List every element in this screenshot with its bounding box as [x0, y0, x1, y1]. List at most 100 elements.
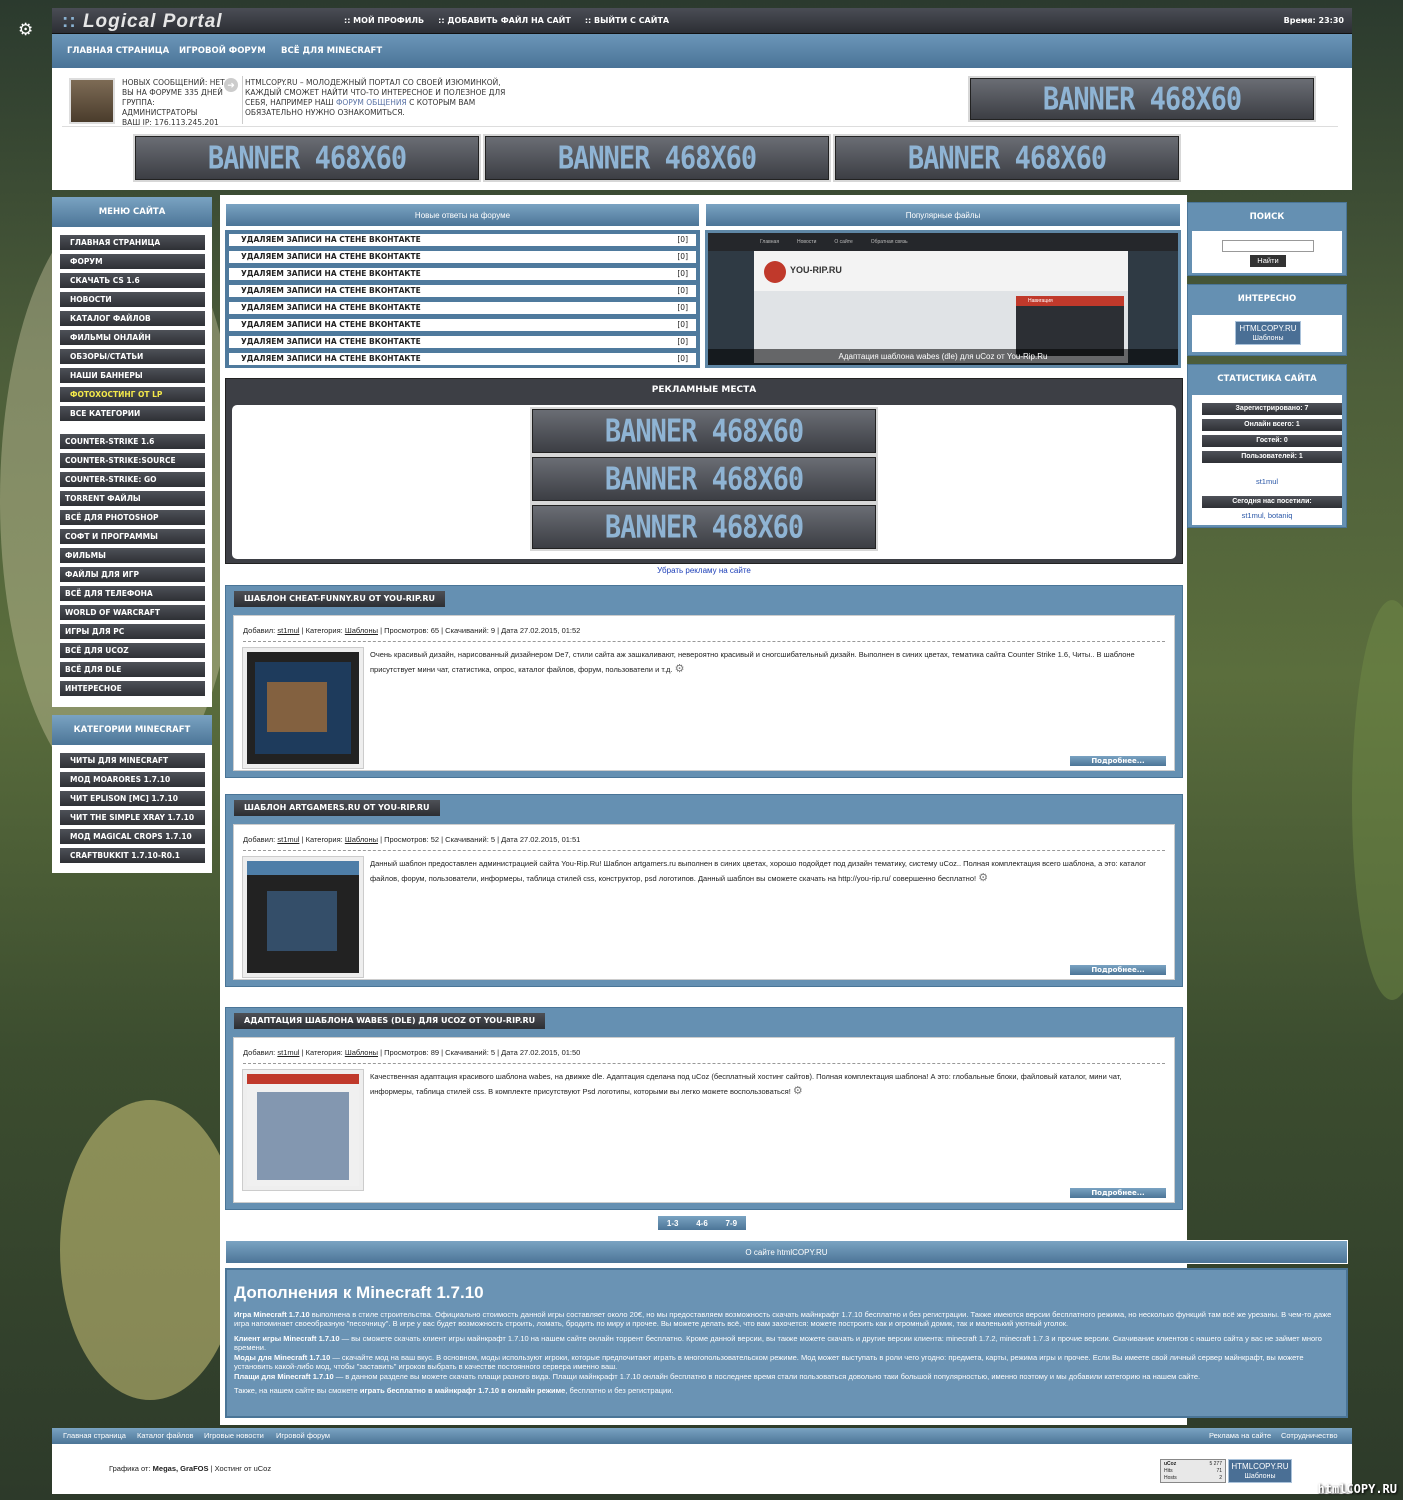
author-link[interactable]: st1mul	[277, 626, 299, 635]
menu-item[interactable]: Файлы для игр	[60, 567, 205, 582]
gear-icon[interactable]: ⚙	[978, 872, 988, 884]
header-panel: Новых сообщений: нет Вы на форуме 335 дне…	[52, 68, 1352, 190]
read-more-button[interactable]: Подробнее...	[1070, 965, 1166, 975]
add-file-link[interactable]: :: Добавить файл на сайт	[438, 16, 571, 25]
post-meta: Добавил: st1mul | Категория: Шаблоны | П…	[243, 835, 1165, 851]
menu-item[interactable]: Софт и программы	[60, 529, 205, 544]
post-thumbnail[interactable]	[243, 857, 363, 977]
ad-banner[interactable]: BANNER 468X60	[532, 457, 876, 501]
menu-item[interactable]: Каталог файлов	[60, 311, 205, 326]
htmlcopy-badge[interactable]: HTMLCOPY.RU Шаблоны	[1228, 1459, 1292, 1483]
author-link[interactable]: st1mul	[277, 1048, 299, 1057]
popular-file-slide[interactable]: Главная Новости О сайте Обратная связь YOU-…	[705, 230, 1181, 368]
ad-banner[interactable]: BANNER 468X60	[532, 505, 876, 549]
forum-row[interactable]: Удаляем записи на стене ВКонтакте [0]	[228, 335, 697, 349]
gear-icon[interactable]: ⚙	[675, 663, 685, 675]
forum-row[interactable]: Удаляем записи на стене ВКонтакте [0]	[228, 318, 697, 332]
search-input[interactable]	[1222, 240, 1314, 252]
menu-item[interactable]: Counter-Strike: GO	[60, 472, 205, 487]
search-button[interactable]: Найти	[1250, 255, 1286, 267]
intro-text: HTMLCOPY.RU – молодежный портал со своей…	[245, 78, 506, 117]
post-thumbnail[interactable]	[243, 1070, 363, 1190]
category-link[interactable]: Шаблоны	[345, 1048, 378, 1057]
site-logo[interactable]: :: Logical Portal	[62, 11, 223, 33]
settings-gear-icon[interactable]: ⚙	[18, 20, 33, 40]
nav-forum[interactable]: Игровой форум	[179, 46, 266, 56]
forum-row[interactable]: Удаляем записи на стене ВКонтакте [0]	[228, 233, 697, 247]
page-link[interactable]: 1-3	[667, 1219, 679, 1228]
author-link[interactable]: st1mul	[277, 835, 299, 844]
menu-item[interactable]: Обзоры/Статьи	[60, 349, 205, 364]
menu-item[interactable]: Все категории	[60, 406, 205, 421]
post-thumbnail[interactable]	[243, 648, 363, 768]
menu-item[interactable]: Главная страница	[60, 235, 205, 250]
menu-item[interactable]: Интересное	[60, 681, 205, 696]
footer-link[interactable]: Каталог файлов	[137, 1428, 194, 1444]
today-users[interactable]: st1mul, botaniq	[1192, 511, 1342, 520]
remove-ads-link[interactable]: Убрать рекламу на сайте	[225, 566, 1183, 575]
menu-item[interactable]: Наши баннеры	[60, 368, 205, 383]
ad-banner[interactable]: BANNER 468X60	[485, 136, 829, 180]
footer-link[interactable]: Реклама на сайте	[1209, 1428, 1271, 1444]
menu-item[interactable]: Форум	[60, 254, 205, 269]
footer-bar: Главная страница Каталог файлов Игровые …	[52, 1428, 1352, 1444]
logout-link[interactable]: :: Выйти с сайта	[585, 16, 669, 25]
menu-item[interactable]: Читы для Minecraft	[60, 753, 205, 768]
post-title[interactable]: Шаблон ArtGamers.ru от You-Rip.Ru	[234, 800, 440, 816]
forum-row[interactable]: Удаляем записи на стене ВКонтакте [0]	[228, 250, 697, 264]
forum-row[interactable]: Удаляем записи на стене ВКонтакте [0]	[228, 284, 697, 298]
menu-item[interactable]: Скачать CS 1.6	[60, 273, 205, 288]
footer-link[interactable]: Игровой форум	[276, 1428, 330, 1444]
ucoz-counter[interactable]: uCoz 5 277 Hits 71 Hosts 2	[1160, 1459, 1226, 1483]
menu-item[interactable]: Чит The Simple Xray 1.7.10	[60, 810, 205, 825]
menu-item[interactable]: Counter-Strike:Source	[60, 453, 205, 468]
ad-banner[interactable]: BANNER 468X60	[135, 136, 479, 180]
page-link[interactable]: 7-9	[726, 1219, 738, 1228]
nav-home[interactable]: Главная страница	[67, 46, 169, 56]
menu-item[interactable]: CraftBukkit 1.7.10-R0.1	[60, 848, 205, 863]
footer-link[interactable]: Игровые новости	[204, 1428, 264, 1444]
menu-item[interactable]: Всё для DLE	[60, 662, 205, 677]
htmlcopy-badge[interactable]: HTMLCOPY.RU Шаблоны	[1235, 321, 1301, 345]
forum-row[interactable]: Удаляем записи на стене ВКонтакте [0]	[228, 301, 697, 315]
category-link[interactable]: Шаблоны	[345, 626, 378, 635]
menu-item[interactable]: World of Warcraft	[60, 605, 205, 620]
menu-item[interactable]: Новости	[60, 292, 205, 307]
menu-item[interactable]: Чит Eplison [MC] 1.7.10	[60, 791, 205, 806]
arrow-icon[interactable]: ➜	[224, 78, 238, 92]
menu-item[interactable]: Фильмы	[60, 548, 205, 563]
online-user-link[interactable]: st1mul	[1192, 477, 1342, 486]
post-card: Шаблон ArtGamers.ru от You-Rip.Ru Добави…	[225, 794, 1183, 987]
page-link[interactable]: 4-6	[696, 1219, 708, 1228]
menu-item[interactable]: Игры для PC	[60, 624, 205, 639]
menu-item[interactable]: Мод Magical Crops 1.7.10	[60, 829, 205, 844]
avatar[interactable]	[69, 78, 115, 124]
forum-row[interactable]: Удаляем записи на стене ВКонтакте [0]	[228, 267, 697, 281]
forum-row[interactable]: Удаляем записи на стене ВКонтакте [0]	[228, 352, 697, 366]
menu-item[interactable]: Counter-Strike 1.6	[60, 434, 205, 449]
ad-banner[interactable]: BANNER 468X60	[835, 136, 1179, 180]
menu-item[interactable]: Всё для телефона	[60, 586, 205, 601]
menu-item[interactable]: Torrent файлы	[60, 491, 205, 506]
menu-item[interactable]: Мод MoarOres 1.7.10	[60, 772, 205, 787]
footer-link[interactable]: Главная страница	[63, 1428, 126, 1444]
category-link[interactable]: Шаблоны	[345, 835, 378, 844]
menu-item[interactable]: Всё для uCoz	[60, 643, 205, 658]
menu-item[interactable]: Фотохостинг от LP	[60, 387, 205, 402]
forum-link[interactable]: форум общения	[336, 98, 407, 107]
read-more-button[interactable]: Подробнее...	[1070, 1188, 1166, 1198]
post-title[interactable]: Шаблон Cheat-Funny.ru от You-Rip.Ru	[234, 591, 445, 607]
divider	[62, 126, 1338, 127]
nav-minecraft[interactable]: Всё для Minecraft	[281, 46, 382, 56]
footer-link[interactable]: Сотрудничество	[1281, 1428, 1338, 1444]
my-profile-link[interactable]: :: Мой профиль	[344, 16, 424, 25]
ad-banner[interactable]: BANNER 468X60	[970, 78, 1314, 120]
menu-item[interactable]: Всё для PhotoShop	[60, 510, 205, 525]
ad-banner[interactable]: BANNER 468X60	[532, 409, 876, 453]
post-card: Адаптация шаблона wabes (dle) для uCoz о…	[225, 1007, 1183, 1210]
post-title[interactable]: Адаптация шаблона wabes (dle) для uCoz о…	[234, 1013, 546, 1029]
menu-item[interactable]: Фильмы онлайн	[60, 330, 205, 345]
read-more-button[interactable]: Подробнее...	[1070, 756, 1166, 766]
divider	[242, 76, 243, 124]
gear-icon[interactable]: ⚙	[793, 1085, 803, 1097]
